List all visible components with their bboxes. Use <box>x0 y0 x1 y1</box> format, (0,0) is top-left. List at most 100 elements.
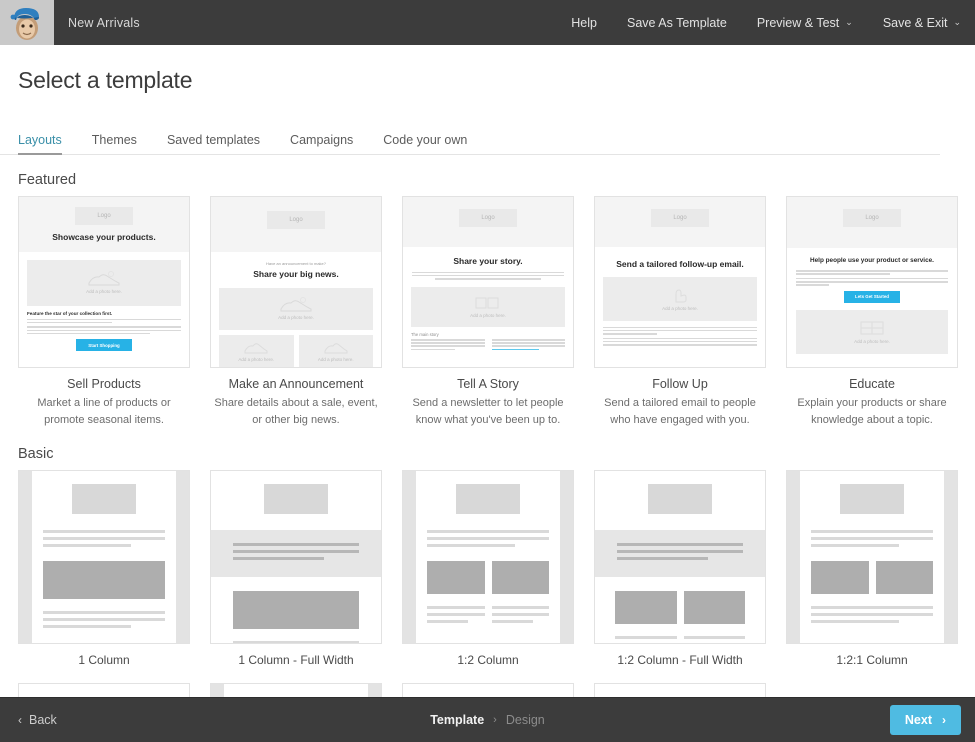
tab-themes[interactable]: Themes <box>92 133 137 154</box>
preview-subhead: Feature the star of your collection firs… <box>27 310 113 316</box>
template-name: Follow Up <box>652 377 708 391</box>
template-thumbnail[interactable]: Logo Showcase your products. Add a photo… <box>18 196 190 368</box>
campaign-name: New Arrivals <box>68 15 140 30</box>
preview-logo-placeholder: Logo <box>459 209 517 227</box>
template-description: Share details about a sale, event, or ot… <box>214 397 378 427</box>
template-thumbnail[interactable]: Logo Help people use your product or ser… <box>786 196 958 368</box>
preview-photo-placeholder: Add a photo here. <box>603 276 757 321</box>
page-content: Select a template Layouts Themes Saved t… <box>0 45 975 742</box>
back-button[interactable]: ‹ Back <box>18 713 57 727</box>
preview-photo-caption: Add a photo here. <box>238 357 275 363</box>
basic-section-heading: Basic <box>18 446 54 463</box>
preview-photo-caption: Add a photo here. <box>470 313 506 319</box>
template-name: Make an Announcement <box>228 377 364 391</box>
mailchimp-logo[interactable] <box>0 0 54 45</box>
preview-photo-placeholder: Add a photo here. <box>219 287 373 330</box>
preview-photo-caption: Add a photo here. <box>278 315 314 321</box>
chevron-right-icon: › <box>942 713 946 727</box>
preview-photo-caption: Add a photo here. <box>854 339 890 345</box>
chevron-right-icon: › <box>493 714 497 726</box>
chevron-down-icon: ⌄ <box>953 17 961 27</box>
template-card-follow-up[interactable]: Logo Send a tailored follow-up email. Ad… <box>594 196 766 429</box>
nav-save-as-template[interactable]: Save As Template <box>627 16 727 30</box>
preview-photo-caption: Add a photo here. <box>662 306 698 312</box>
layout-thumbnail[interactable] <box>402 470 574 645</box>
nav-help[interactable]: Help <box>571 16 597 30</box>
shoe-icon <box>324 343 348 354</box>
preview-body-lines <box>27 318 181 324</box>
next-button[interactable]: Next › <box>889 705 961 735</box>
layout-thumbnail[interactable] <box>18 470 190 645</box>
layout-thumbnail[interactable] <box>786 470 958 645</box>
preview-photo-placeholder: Add a photo here. <box>411 286 565 327</box>
layout-thumbnail[interactable] <box>594 470 766 645</box>
tab-code-your-own[interactable]: Code your own <box>383 133 467 154</box>
layout-card-1-column[interactable]: 1 Column <box>18 470 190 667</box>
preview-logo-placeholder: Logo <box>267 211 325 229</box>
template-description: Explain your products or share knowledge… <box>797 397 947 427</box>
preview-column-left <box>411 339 485 353</box>
template-name: Sell Products <box>67 377 141 391</box>
layout-card-1-2-column[interactable]: 1:2 Column <box>402 470 574 667</box>
preview-body-lines <box>796 277 948 286</box>
chevron-left-icon: ‹ <box>18 713 22 727</box>
breadcrumb: Template › Design <box>430 713 545 727</box>
tab-layouts-label: Layouts <box>18 133 62 147</box>
template-name: Tell A Story <box>457 377 519 391</box>
layout-card-1-2-column-full-width[interactable]: 1:2 Column - Full Width <box>594 470 766 667</box>
preview-column-right <box>491 339 565 353</box>
preview-body-lines <box>603 337 757 346</box>
preview-logo-placeholder: Logo <box>651 209 709 227</box>
tab-campaigns[interactable]: Campaigns <box>290 133 353 154</box>
shoe-icon <box>88 271 120 286</box>
template-card-tell-a-story[interactable]: Logo Share your story. Add a photo here.… <box>402 196 574 429</box>
template-thumbnail[interactable]: Logo Have an announcement to make? Share… <box>210 196 382 368</box>
layout-name: 1:2:1 Column <box>836 653 908 668</box>
template-card-educate[interactable]: Logo Help people use your product or ser… <box>786 196 958 429</box>
layout-name: 1 Column <box>78 653 130 668</box>
template-name: Educate <box>849 377 895 391</box>
breadcrumb-design: Design <box>505 713 545 727</box>
template-card-sell-products[interactable]: Logo Showcase your products. Add a photo… <box>18 196 190 429</box>
layout-name: 1 Column - Full Width <box>238 653 354 668</box>
breadcrumb-template[interactable]: Template <box>430 713 484 727</box>
template-tabs: Layouts Themes Saved templates Campaigns… <box>0 125 940 155</box>
preview-photo-placeholder: Add a photo here. <box>796 309 948 354</box>
back-button-label: Back <box>29 713 57 727</box>
layout-card-1-2-1-column[interactable]: 1:2:1 Column <box>786 470 958 667</box>
nav-help-label: Help <box>571 15 597 30</box>
mailchimp-freddie-icon <box>10 7 39 40</box>
basic-grid: 1 Column 1 Column - Full Width 1:2 Colum… <box>0 470 975 667</box>
preview-body-lines <box>27 326 181 335</box>
preview-subhead: The main story <box>411 331 439 337</box>
shoe-icon <box>244 343 268 354</box>
shoe-icon <box>280 297 312 312</box>
layout-card-1-column-full-width[interactable]: 1 Column - Full Width <box>210 470 382 667</box>
tab-themes-label: Themes <box>91 133 137 147</box>
preview-photo-placeholder: Add a photo here. <box>298 334 373 367</box>
preview-headline: Share your big news. <box>253 269 339 279</box>
template-thumbnail[interactable]: Logo Share your story. Add a photo here.… <box>402 196 574 368</box>
preview-eyebrow: Have an announcement to make? <box>265 261 327 266</box>
page-title: Select a template <box>18 67 193 93</box>
template-description: Market a line of products or promote sea… <box>37 397 171 427</box>
template-thumbnail[interactable]: Logo Send a tailored follow-up email. Ad… <box>594 196 766 368</box>
preview-headline: Showcase your products. <box>52 232 156 242</box>
tab-saved-templates-label: Saved templates <box>166 133 261 147</box>
nav-save-as-template-label: Save As Template <box>626 15 727 30</box>
preview-headline: Send a tailored follow-up email. <box>616 259 744 269</box>
photo-icon <box>475 297 499 309</box>
tab-saved-templates[interactable]: Saved templates <box>167 133 260 154</box>
book-icon <box>860 321 884 335</box>
nav-preview-and-test[interactable]: Preview & Test ⌄ <box>757 16 853 30</box>
template-card-make-an-announcement[interactable]: Logo Have an announcement to make? Share… <box>210 196 382 429</box>
featured-grid: Logo Showcase your products. Add a photo… <box>0 196 975 429</box>
preview-headline: Share your story. <box>453 256 523 266</box>
preview-cta-button: Start Shopping <box>76 339 132 352</box>
layout-thumbnail[interactable] <box>210 470 382 645</box>
tab-layouts[interactable]: Layouts <box>18 133 62 155</box>
preview-photo-caption: Add a photo here. <box>86 289 122 295</box>
preview-photo-placeholder: Add a photo here. <box>27 259 181 306</box>
nav-save-and-exit[interactable]: Save & Exit ⌄ <box>883 16 961 30</box>
nav-save-and-exit-label: Save & Exit <box>882 15 948 30</box>
